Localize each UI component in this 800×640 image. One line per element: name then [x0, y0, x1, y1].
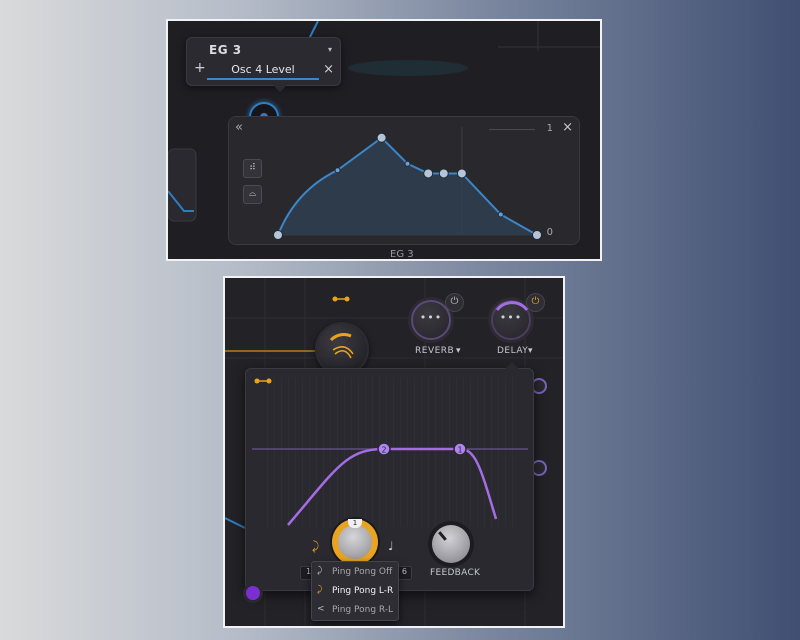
delay-filter-graph[interactable]: 2 1	[246, 369, 533, 590]
reverb-label[interactable]: REVERB	[415, 346, 454, 356]
menu-item-ping-pong-lr[interactable]: ⤸ Ping Pong L-R	[312, 582, 398, 601]
delay-more-icon[interactable]: •••	[491, 311, 531, 324]
feedback-label: FEEDBACK	[430, 568, 481, 578]
close-icon[interactable]: ×	[562, 120, 573, 135]
filter-node-low-label: 2	[381, 446, 386, 455]
envelope-point[interactable]	[404, 160, 411, 167]
mod-depth-bar[interactable]	[207, 78, 319, 80]
ping-pong-lr-icon: ⤸	[317, 585, 323, 595]
envelope-panel: EG 3 ▾ + Osc 4 Level × « 1 0 × ⠾ ⌓ EG 3	[168, 21, 600, 259]
delay-knob[interactable]: •••	[491, 300, 531, 340]
delay-time-knob[interactable]: 1	[332, 519, 378, 565]
eg-modulation-popover: EG 3 ▾ + Osc 4 Level ×	[186, 37, 341, 92]
envelope-graph[interactable]	[229, 117, 579, 244]
eg-title: EG 3	[209, 43, 242, 57]
filter-node-high[interactable]: 1	[453, 442, 467, 456]
max-line	[489, 129, 535, 130]
max-value: 1	[546, 123, 553, 134]
eg-bottom-label[interactable]: EG 3	[390, 249, 414, 259]
ping-pong-off-icon: ⤸	[317, 566, 323, 576]
envelope-point[interactable]	[334, 167, 341, 174]
reverb-power-icon[interactable]: ⏻	[445, 293, 464, 312]
envelope-point[interactable]	[423, 168, 434, 179]
delay-power-icon[interactable]: ⏻	[526, 293, 545, 312]
time-right-value: 6	[401, 567, 407, 576]
envelope-point[interactable]	[456, 168, 467, 179]
filter-node-low[interactable]: 2	[377, 442, 391, 456]
ping-pong-rl-icon: <	[317, 604, 325, 614]
lfo-link-icon[interactable]	[332, 295, 350, 303]
envelope-point[interactable]	[376, 132, 387, 143]
menu-item-label: Ping Pong L-R	[332, 586, 394, 596]
min-value: 0	[546, 227, 553, 238]
ping-pong-menu: ⤸ Ping Pong Off ⤸ Ping Pong L-R < Ping P…	[311, 561, 399, 621]
remove-target-icon[interactable]: ×	[323, 62, 334, 77]
envelope-point[interactable]	[532, 230, 542, 240]
shape-tool-icon[interactable]: ⌓	[243, 185, 262, 204]
delay-popover: 2 1 ⤸ 1 ♩ 1 6 FEEDBACK	[245, 362, 534, 591]
mod-source-dot[interactable]	[246, 586, 260, 600]
mod-target-label[interactable]: Osc 4 Level	[207, 63, 319, 76]
envelope-point[interactable]	[273, 230, 283, 240]
reverb-more-icon[interactable]: •••	[411, 311, 451, 324]
feedback-knob[interactable]	[432, 525, 470, 563]
envelope-editor: « 1 0 × ⠾ ⌓	[228, 116, 580, 245]
menu-item-label: Ping Pong Off	[332, 567, 393, 577]
ping-pong-icon[interactable]: ⤸	[312, 539, 319, 554]
points-tool-icon[interactable]: ⠾	[243, 159, 262, 178]
delay-lfo-icon[interactable]	[254, 378, 272, 384]
popover-caret	[273, 85, 287, 92]
envelope-point[interactable]	[438, 168, 449, 179]
eg-dropdown-icon[interactable]: ▾	[328, 45, 332, 54]
collapse-icon[interactable]: «	[235, 120, 243, 135]
delay-label[interactable]: DELAY	[497, 346, 528, 356]
menu-item-label: Ping Pong R-L	[332, 605, 394, 615]
reverb-dropdown-icon[interactable]: ▾	[456, 346, 461, 356]
menu-item-ping-pong-off[interactable]: ⤸ Ping Pong Off	[312, 563, 398, 582]
menu-item-ping-pong-rl[interactable]: < Ping Pong R-L	[312, 601, 398, 620]
add-target-icon[interactable]: +	[194, 60, 206, 76]
time-knob-cap	[338, 525, 372, 559]
envelope-point[interactable]	[497, 211, 504, 218]
delay-dropdown-icon[interactable]: ▾	[528, 346, 533, 356]
popover-caret	[505, 362, 519, 369]
fx-panel: ••• ⏻ REVERB ▾ ••• ⏻ DELAY ▾ 2 1 ⤸ 1 ♩ 1…	[225, 278, 563, 626]
note-sync-icon[interactable]: ♩	[388, 539, 394, 553]
filter-node-high-label: 1	[457, 446, 462, 455]
envelope-area	[278, 137, 537, 235]
